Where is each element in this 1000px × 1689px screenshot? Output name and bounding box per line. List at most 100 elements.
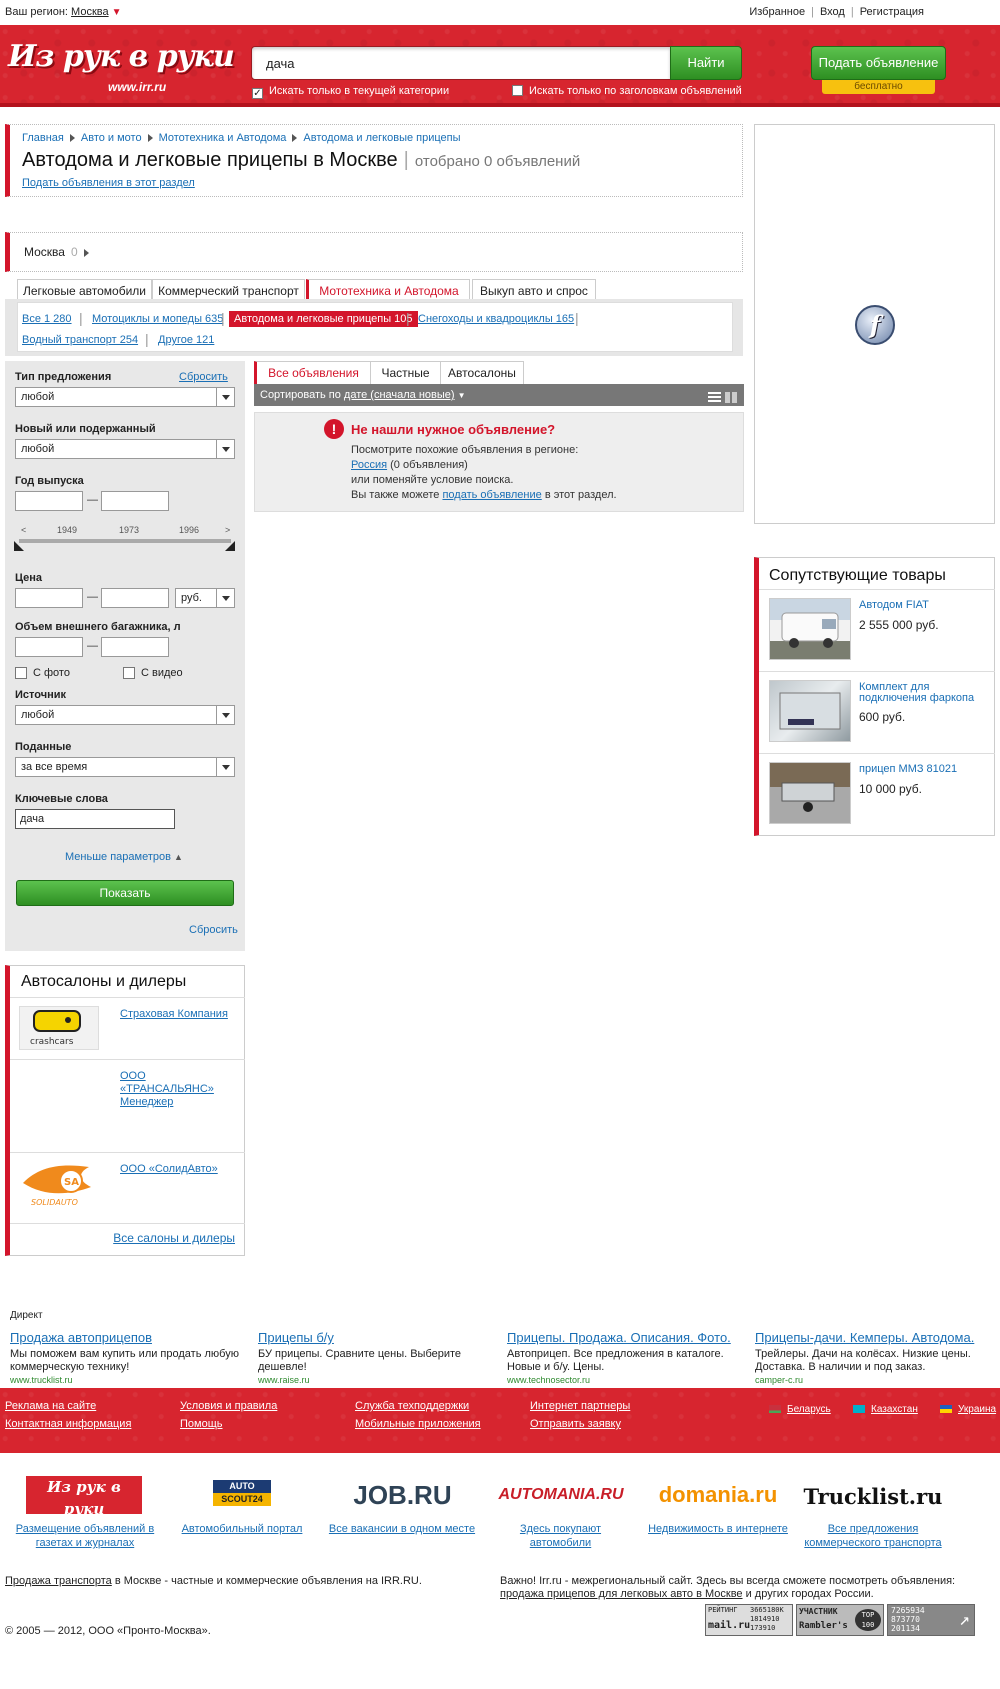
all-dealers-link[interactable]: Все салоны и дилеры xyxy=(113,1231,235,1245)
subcat-item[interactable]: Водный транспорт 254 xyxy=(22,334,138,346)
with-photo-checkbox[interactable] xyxy=(15,667,27,679)
product-thumbnail[interactable] xyxy=(769,598,851,660)
tab-private[interactable]: Частные xyxy=(370,361,441,385)
footer-link[interactable]: Мобильные приложения xyxy=(355,1418,481,1430)
partner-logo-automania[interactable]: AUTOMANIA.RU xyxy=(486,1486,636,1526)
direct-ad-title[interactable]: Прицепы. Продажа. Описания. Фото. xyxy=(507,1330,747,1345)
footer-link[interactable]: Отправить заявку xyxy=(530,1418,621,1430)
related-item[interactable]: прицеп ММЗ 81021 10 000 руб. xyxy=(759,753,995,835)
offer-type-select[interactable]: любой xyxy=(15,387,235,407)
trailers-sale-link[interactable]: продажа прицепов для легковых авто в Мос… xyxy=(500,1588,743,1600)
chevron-down-icon[interactable] xyxy=(216,589,234,607)
chk-titles-only[interactable]: Искать только по заголовкам объявлений xyxy=(512,85,742,97)
transport-sale-link[interactable]: Продажа транспорта xyxy=(5,1575,112,1587)
chevron-down-icon[interactable] xyxy=(216,440,234,458)
checkbox-checked-icon[interactable]: ✓ xyxy=(252,88,263,99)
price-to-input[interactable] xyxy=(101,588,169,608)
list-view-icon[interactable] xyxy=(708,392,721,403)
new-used-select[interactable]: любой xyxy=(15,439,235,459)
partner-caption[interactable]: Здесь покупают автомобили xyxy=(488,1522,633,1550)
dealer-name[interactable]: ООО «СолидАвто» xyxy=(120,1163,218,1175)
search-input[interactable] xyxy=(252,47,670,79)
checkbox-icon[interactable] xyxy=(512,85,523,96)
fewer-params-link[interactable]: Меньше параметров ▲ xyxy=(65,851,183,863)
year-to-input[interactable] xyxy=(101,491,169,511)
related-item[interactable]: Автодом FIAT 2 555 000 руб. xyxy=(759,589,995,671)
direct-label[interactable]: Директ xyxy=(10,1310,43,1321)
slider-handle-right[interactable] xyxy=(225,541,235,551)
country-kazakhstan[interactable]: Казахстан xyxy=(853,1404,918,1415)
site-logo[interactable]: Из рук в руки xyxy=(8,39,235,74)
dealer-logo[interactable]: SA SOLIDAUTO xyxy=(19,1161,99,1207)
year-slider-track[interactable] xyxy=(19,539,231,543)
liveinternet-counter[interactable]: 7265934 873770 201134 ↗ xyxy=(887,1604,975,1636)
direct-ad-url[interactable]: www.raise.ru xyxy=(258,1375,498,1385)
slider-handle-left[interactable] xyxy=(14,541,24,551)
breadcrumb-item[interactable]: Мототехника и Автодома xyxy=(159,132,287,144)
direct-ad-title[interactable]: Прицепы-дачи. Кемперы. Автодома. xyxy=(755,1330,995,1345)
dealer-item[interactable]: crashcars Страховая Компания xyxy=(10,997,245,1059)
show-button[interactable]: Показать xyxy=(16,880,234,906)
product-thumbnail[interactable] xyxy=(769,762,851,824)
partner-caption[interactable]: Все предложения коммерческого транспорта xyxy=(800,1522,946,1550)
chevron-down-icon[interactable] xyxy=(216,706,234,724)
flash-plugin-icon[interactable]: f xyxy=(855,305,895,345)
partner-caption[interactable]: Все вакансии в одном месте xyxy=(328,1522,476,1536)
chevron-down-icon[interactable] xyxy=(216,758,234,776)
dealer-logo[interactable]: crashcars xyxy=(19,1006,99,1050)
dealer-item[interactable]: ООО «ТРАНСАЛЬЯНС» Менеджер xyxy=(10,1059,245,1152)
tab-all-ads[interactable]: Все объявления xyxy=(254,361,371,385)
product-thumbnail[interactable] xyxy=(769,680,851,742)
subcat-item-active[interactable]: Автодома и легковые прицепы 105 xyxy=(229,311,418,327)
post-in-section-link[interactable]: Подать объявления в этот раздел xyxy=(22,177,195,189)
dealer-name[interactable]: Страховая Компания xyxy=(120,1008,228,1020)
related-item-title[interactable]: Автодом FIAT xyxy=(859,599,929,611)
currency-select[interactable]: руб. xyxy=(175,588,235,608)
breadcrumb-item[interactable]: Главная xyxy=(22,132,64,144)
chevron-down-icon[interactable]: ▼ xyxy=(112,7,122,18)
mailru-counter[interactable]: РЕЙТИНГ mail.ru 3665180K 1814910 173910 xyxy=(705,1604,793,1636)
partner-logo-autoscout[interactable]: AUTO SCOUT24 xyxy=(213,1480,271,1508)
reset-link-bottom[interactable]: Сбросить xyxy=(189,924,238,936)
direct-ad[interactable]: Прицепы-дачи. Кемперы. Автодома. Трейлер… xyxy=(755,1330,995,1385)
partner-logo-domania[interactable]: domania.ru xyxy=(648,1482,788,1522)
city-item[interactable]: Москва 0 xyxy=(24,245,89,259)
login-link[interactable]: Вход xyxy=(820,6,845,18)
footer-link[interactable]: Реклама на сайте xyxy=(5,1400,96,1412)
register-link[interactable]: Регистрация xyxy=(860,6,924,18)
grid-view-icon[interactable] xyxy=(725,392,738,403)
post-ad-button[interactable]: Подать объявление xyxy=(811,46,946,80)
partner-caption[interactable]: Недвижимость в интернете xyxy=(648,1522,788,1536)
subcat-item[interactable]: Снегоходы и квадроциклы 165 xyxy=(418,313,574,325)
subcat-item[interactable]: Мотоциклы и мопеды 635 xyxy=(92,313,223,325)
chevron-down-icon[interactable]: ▼ xyxy=(458,391,466,400)
sort-select[interactable]: дате (сначала новые) xyxy=(344,389,455,401)
direct-ad-url[interactable]: www.technosector.ru xyxy=(507,1375,747,1385)
post-ad-link[interactable]: подать объявление xyxy=(442,489,541,501)
related-item-title[interactable]: прицеп ММЗ 81021 xyxy=(859,763,957,775)
dealer-item[interactable]: SA SOLIDAUTO ООО «СолидАвто» xyxy=(10,1152,245,1214)
direct-ad-title[interactable]: Прицепы б/у xyxy=(258,1330,498,1345)
chevron-down-icon[interactable] xyxy=(216,388,234,406)
rambler-counter[interactable]: УЧАСТНИК Rambler's TOP 100 xyxy=(796,1604,884,1636)
reset-link[interactable]: Сбросить xyxy=(179,371,228,383)
submitted-select[interactable]: за все время xyxy=(15,757,235,777)
partner-logo-irr[interactable]: Из рук в руки ИНТЕРНЕТ - ОФИС xyxy=(26,1476,142,1529)
subcat-item[interactable]: Другое 121 xyxy=(158,334,214,346)
find-button[interactable]: Найти xyxy=(670,46,742,80)
source-select[interactable]: любой xyxy=(15,705,235,725)
favorites-link[interactable]: Избранное xyxy=(749,6,805,18)
related-item-title[interactable]: Комплект для подключения фаркопа xyxy=(859,681,974,704)
direct-ad[interactable]: Прицепы. Продажа. Описания. Фото. Автопр… xyxy=(507,1330,747,1385)
dealer-name[interactable]: ООО «ТРАНСАЛЬЯНС» Менеджер xyxy=(120,1070,214,1108)
breadcrumb-item[interactable]: Автодома и легковые прицепы xyxy=(303,132,460,144)
with-video-checkbox[interactable] xyxy=(123,667,135,679)
region-link[interactable]: Москва xyxy=(71,6,109,18)
year-from-input[interactable] xyxy=(15,491,83,511)
region-russia-link[interactable]: Россия xyxy=(351,459,387,471)
partner-caption[interactable]: Автомобильный портал xyxy=(175,1522,309,1536)
search-field[interactable] xyxy=(251,46,671,80)
footer-link[interactable]: Помощь xyxy=(180,1418,223,1430)
breadcrumb-item[interactable]: Авто и мото xyxy=(81,132,142,144)
footer-link[interactable]: Интернет партнеры xyxy=(530,1400,630,1412)
